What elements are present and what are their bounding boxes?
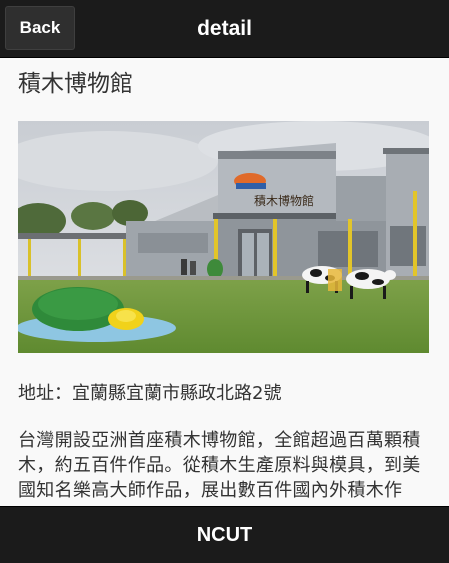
page-title: 積木博物館 — [18, 71, 133, 97]
detail-content: 積木博物館 積木博物館 地址：宜蘭縣宜蘭市縣政北路2號 台灣開設亞洲首座積木博物… — [18, 58, 431, 528]
museum-photo: 積木博物館 — [18, 121, 429, 353]
back-button[interactable]: Back — [5, 6, 75, 50]
footer-bar: NCUT — [0, 506, 449, 563]
museum-sign-text: 積木博物館 — [254, 193, 314, 208]
header-bar: Back detail — [0, 0, 449, 58]
footer-label: NCUT — [196, 523, 253, 546]
address-text: 地址：宜蘭縣宜蘭市縣政北路2號 — [18, 383, 282, 404]
